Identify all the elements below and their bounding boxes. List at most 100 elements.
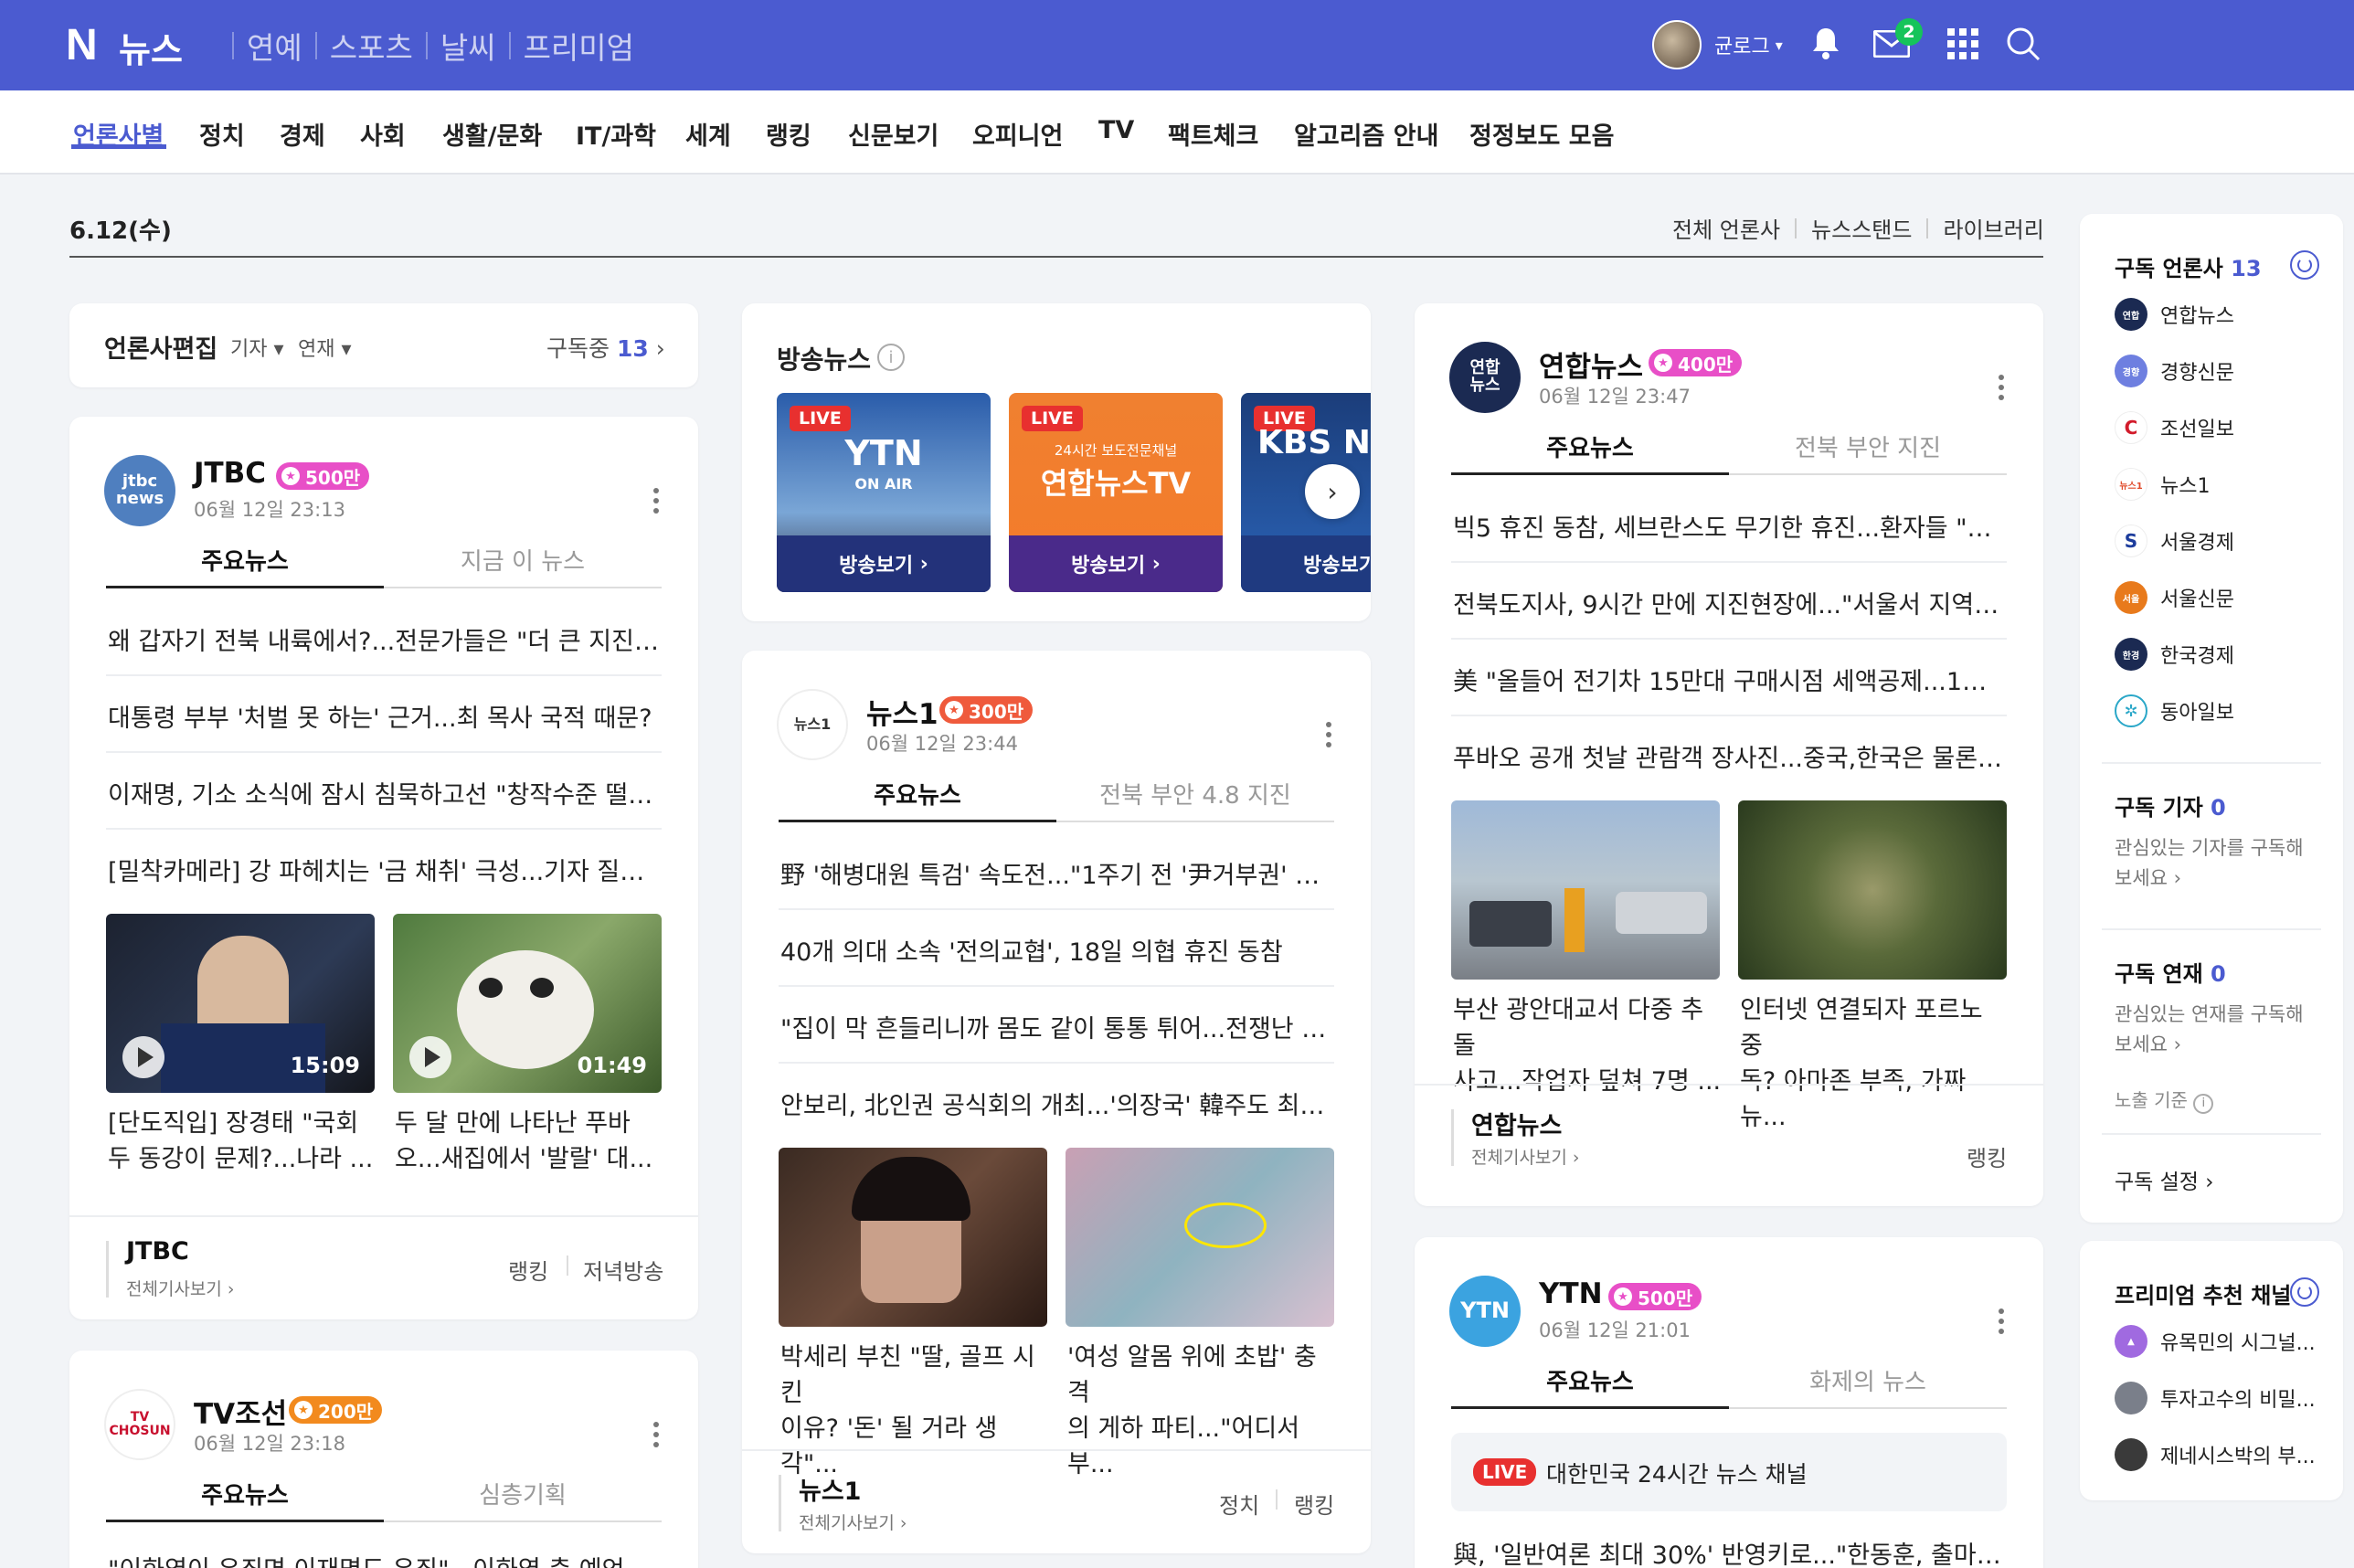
tab-politics[interactable]: 정치 [199,116,245,152]
naver-logo[interactable]: N [66,20,98,70]
live-channel-banner[interactable]: LIVE 대한민국 24시간 뉴스 채널 [1451,1433,2007,1511]
watch-broadcast-button[interactable]: 방송보기 › [1009,535,1223,592]
video-caption[interactable]: 두 달 만에 나타난 푸바 오...새집에서 '발랄' 대... [395,1106,663,1177]
user-menu[interactable]: 균로그 ▾ [1652,20,1783,69]
headline-link[interactable]: [밀착카메라] 강 파헤치는 '금 채취' 극성...기자 질문엔 ... [108,852,660,887]
tab-factcheck[interactable]: 팩트체크 [1168,116,1258,152]
headline-link[interactable]: 푸바오 공개 첫날 관람객 장사진...중국,한국은 물론 미... [1453,738,2005,774]
avatar[interactable] [1652,20,1702,69]
subscription-settings-link[interactable]: 구독 설정 › [2115,1164,2213,1195]
sidebar-press-item[interactable]: 연합 연합뉴스 [2115,298,2234,331]
headline-link[interactable]: 이재명, 기소 소식에 잠시 침묵하고선 "창작수준 떨어져" [108,775,660,810]
headline-link[interactable]: 대통령 부부 '처벌 못 하는' 근거...최 목사 국적 때문? [108,698,660,734]
yonhap-logo[interactable]: 연합 뉴스 [1449,342,1521,413]
tab-main-news[interactable]: 주요뉴스 [106,1477,384,1510]
news-photo[interactable] [1738,800,2007,980]
sidebar-press-item[interactable]: 뉴스1 뉴스1 [2115,468,2210,501]
info-icon[interactable]: i [2193,1094,2214,1114]
ranking-link[interactable]: 랭킹 [1294,1488,1334,1520]
tab-main-news[interactable]: 주요뉴스 [106,543,384,577]
press-name[interactable]: JTBC [194,457,266,490]
reporter-subscribe-note[interactable]: 관심있는 기자를 구독해 보세요 › [2115,833,2304,893]
tab-ranking[interactable]: 랭킹 [766,116,811,152]
video-thumbnail[interactable]: 15:09 [106,914,375,1093]
news-photo[interactable] [1451,800,1720,980]
photo-caption[interactable]: '여성 알몸 위에 초밥' 충격 의 게하 파티..."어디서부... [1067,1340,1336,1483]
all-press-link[interactable]: 전체 언론사 [1672,212,1780,244]
premium-channel-item[interactable]: 투자고수의 비밀... [2115,1382,2316,1414]
footer-press-name[interactable]: 뉴스1 [799,1471,861,1507]
sidebar-press-item[interactable]: ✲ 동아일보 [2115,694,2234,727]
series-filter[interactable]: 연재 ▾ [298,333,352,362]
tab-corrections[interactable]: 정정보도 모음 [1469,116,1614,152]
news-photo[interactable] [779,1148,1047,1327]
politics-link[interactable]: 정치 [1219,1488,1259,1520]
more-options-icon[interactable] [647,1416,665,1453]
footer-press-name[interactable]: JTBC [126,1237,189,1266]
tab-society[interactable]: 사회 [360,116,406,152]
broadcast-channel-card[interactable]: LIVE 24시간 보도전문채널 연합뉴스TV 방송보기 › [1009,393,1223,592]
play-icon[interactable] [409,1036,451,1078]
video-caption[interactable]: [단도직입] 장경태 "국회 두 동강이 문제?...나라 ... [108,1106,376,1177]
tvchosun-logo[interactable]: TV CHOSUN [104,1389,175,1460]
tab-life-culture[interactable]: 생활/문화 [442,116,542,152]
more-options-icon[interactable] [647,482,665,519]
headline-link[interactable]: "이화영이 유죄면 이재명도 유죄"...이화영 측 예언 현실 [108,1550,660,1568]
ranking-link[interactable]: 랭킹 [1967,1140,2007,1172]
headline-link[interactable]: 美 "올들어 전기차 15만대 구매시점 세액공제...1조3천... [1453,662,2005,697]
footer-press-name[interactable]: 연합뉴스 [1471,1106,1562,1141]
sidebar-press-item[interactable]: 경향 경향신문 [2115,355,2234,387]
tab-in-depth[interactable]: 심층기획 [384,1477,662,1510]
more-options-icon[interactable] [1992,369,2010,406]
premium-channel-item[interactable]: 제네시스박의 부... [2115,1438,2316,1471]
sidebar-press-item[interactable]: 서울 서울신문 [2115,581,2234,614]
tab-main-news[interactable]: 주요뉴스 [1451,1363,1729,1397]
subscribed-count-button[interactable]: 구독중 13 › [546,331,665,364]
play-icon[interactable] [122,1036,164,1078]
tab-opinion[interactable]: 오피니언 [972,116,1063,152]
headline-link[interactable]: "집이 막 흔들리니까 몸도 같이 통통 튀어...전쟁난 줄 ... [780,1009,1332,1044]
reporter-filter[interactable]: 기자 ▾ [230,333,284,362]
jtbc-logo[interactable]: jtbc news [104,455,175,526]
headline-link[interactable]: 40개 의대 소속 '전의교협', 18일 의협 휴진 동참 [780,932,1332,968]
refresh-icon[interactable] [2290,1277,2319,1307]
exposure-criteria-link[interactable]: 노출 기준 i [2115,1086,2214,1114]
headline-link[interactable]: 빅5 휴진 동참, 세브란스도 무기한 휴진...환자들 "죽음 ... [1453,508,2005,544]
tab-algorithm[interactable]: 알고리즘 안내 [1294,116,1438,152]
news1-logo[interactable]: 뉴스1 [777,689,848,760]
top-nav-premium[interactable]: 프리미엄 [524,24,634,68]
headline-link[interactable]: 與, '일반여론 최대 30%' 반영키로..."한동훈, 출마할 듯" [1453,1535,2005,1568]
mail-icon[interactable]: 2 [1872,18,1923,64]
tab-world[interactable]: 세계 [685,116,731,152]
tab-tv[interactable]: TV [1098,116,1134,144]
sidebar-press-item[interactable]: S 서울경제 [2115,524,2234,557]
tab-newspaper[interactable]: 신문보기 [848,116,938,152]
search-icon[interactable] [2003,24,2043,64]
premium-channel-item[interactable]: ▲ 유목민의 시그널... [2115,1325,2316,1358]
sidebar-press-item[interactable]: C 조선일보 [2115,411,2234,444]
press-name[interactable]: 뉴스1 [866,691,938,732]
watch-broadcast-button[interactable]: 방송보기 [1241,535,1371,592]
photo-caption[interactable]: 인터넷 연결되자 포르노 중 독? 아마존 부족, 가짜뉴... [1740,992,2009,1136]
headline-link[interactable]: 안보리, 北인권 공식회의 개최...'의장국' 韓주도 최초 회의 [780,1086,1332,1121]
evening-broadcast-link[interactable]: 저녁방송 [583,1254,663,1286]
more-options-icon[interactable] [1320,716,1338,753]
tab-main-news[interactable]: 주요뉴스 [1451,429,1729,463]
all-articles-link[interactable]: 전체기사보기 › [1471,1144,1580,1169]
tab-trending[interactable]: 화제의 뉴스 [1729,1363,2007,1397]
tab-earthquake[interactable]: 전북 부안 4.8 지진 [1056,777,1334,810]
sidebar-press-item[interactable]: 한경 한국경제 [2115,638,2234,671]
tab-main-news[interactable]: 주요뉴스 [779,777,1056,810]
chevron-down-icon[interactable]: ▾ [1776,37,1783,54]
news-logo[interactable]: 뉴스 [119,22,183,72]
watch-broadcast-button[interactable]: 방송보기 › [777,535,991,592]
top-nav-weather[interactable]: 날씨 [440,24,496,68]
library-link[interactable]: 라이브러리 [1943,212,2043,244]
tab-now-news[interactable]: 지금 이 뉴스 [384,543,662,577]
broadcast-channel-card[interactable]: LIVE YTN ON AIR 방송보기 › [777,393,991,592]
press-name[interactable]: 연합뉴스 [1539,344,1643,385]
headline-link[interactable]: 전북도지사, 9시간 만에 지진현장에..."서울서 지역발전... [1453,585,2005,620]
ytn-logo[interactable]: YTN [1449,1276,1521,1347]
tab-earthquake[interactable]: 전북 부안 지진 [1729,429,2007,463]
press-name[interactable]: YTN [1539,1277,1603,1310]
